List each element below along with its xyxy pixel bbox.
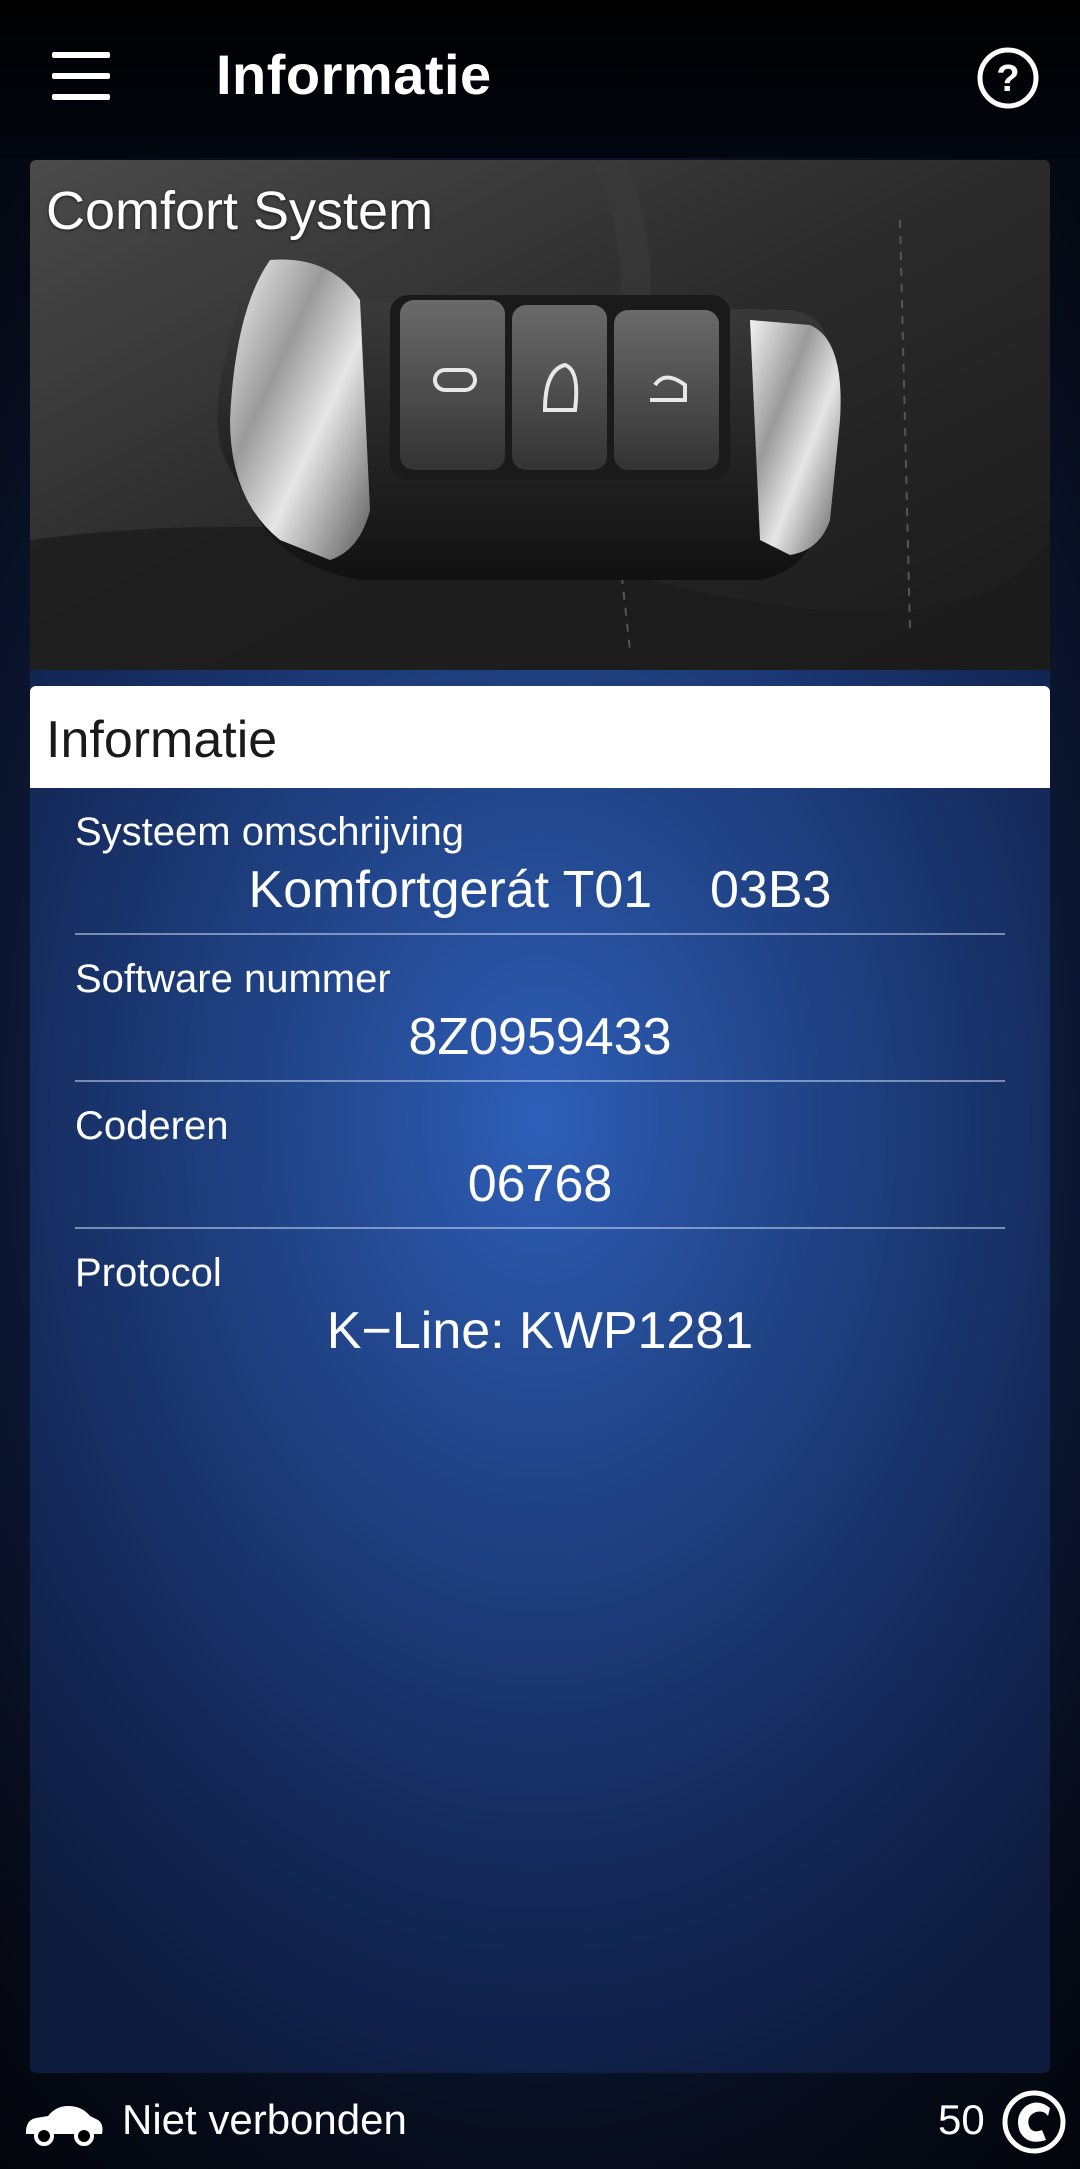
- app-logo-icon[interactable]: [1002, 2090, 1066, 2154]
- section-title: Informatie: [46, 711, 278, 769]
- info-list: Systeem omschrijving Komfortgerát T01 03…: [75, 788, 1005, 1374]
- info-label: Software nummer: [75, 957, 391, 1001]
- info-value: K−Line: KWP1281: [326, 1302, 754, 1360]
- info-row-software-number: Software nummer 8Z0959433: [75, 935, 1005, 1082]
- main-panel: Comfort System Informatie Systeem omschr…: [30, 160, 1050, 2073]
- status-bar: Niet verbonden 50: [0, 2080, 1080, 2169]
- help-glyph: ?: [996, 58, 1019, 100]
- page-title: Informatie: [216, 43, 492, 106]
- info-row-coding: Coderen 06768: [75, 1082, 1005, 1229]
- connection-status: Niet verbonden: [122, 2096, 407, 2143]
- info-label: Protocol: [75, 1251, 222, 1295]
- info-value: Komfortgerát T01 03B3: [248, 861, 832, 919]
- help-circle-icon[interactable]: ?: [976, 46, 1040, 110]
- car-connection-icon: [26, 2106, 103, 2146]
- info-value: 06768: [467, 1155, 613, 1213]
- hamburger-menu-icon[interactable]: [52, 52, 112, 100]
- info-value: 8Z0959433: [408, 1008, 672, 1066]
- info-row-protocol: Protocol K−Line: KWP1281: [75, 1229, 1005, 1374]
- hero-image: Comfort System: [30, 160, 1050, 670]
- info-row-system-description: Systeem omschrijving Komfortgerát T01 03…: [75, 788, 1005, 935]
- hero-title: Comfort System: [46, 181, 434, 241]
- section-header: Informatie: [30, 686, 1050, 788]
- info-label: Systeem omschrijving: [75, 810, 465, 854]
- app-bar: Informatie ?: [0, 0, 1080, 158]
- app-screen: Informatie ? Comfort System Informatie S…: [0, 0, 1080, 2169]
- status-count: 50: [938, 2096, 985, 2143]
- info-label: Coderen: [75, 1104, 229, 1148]
